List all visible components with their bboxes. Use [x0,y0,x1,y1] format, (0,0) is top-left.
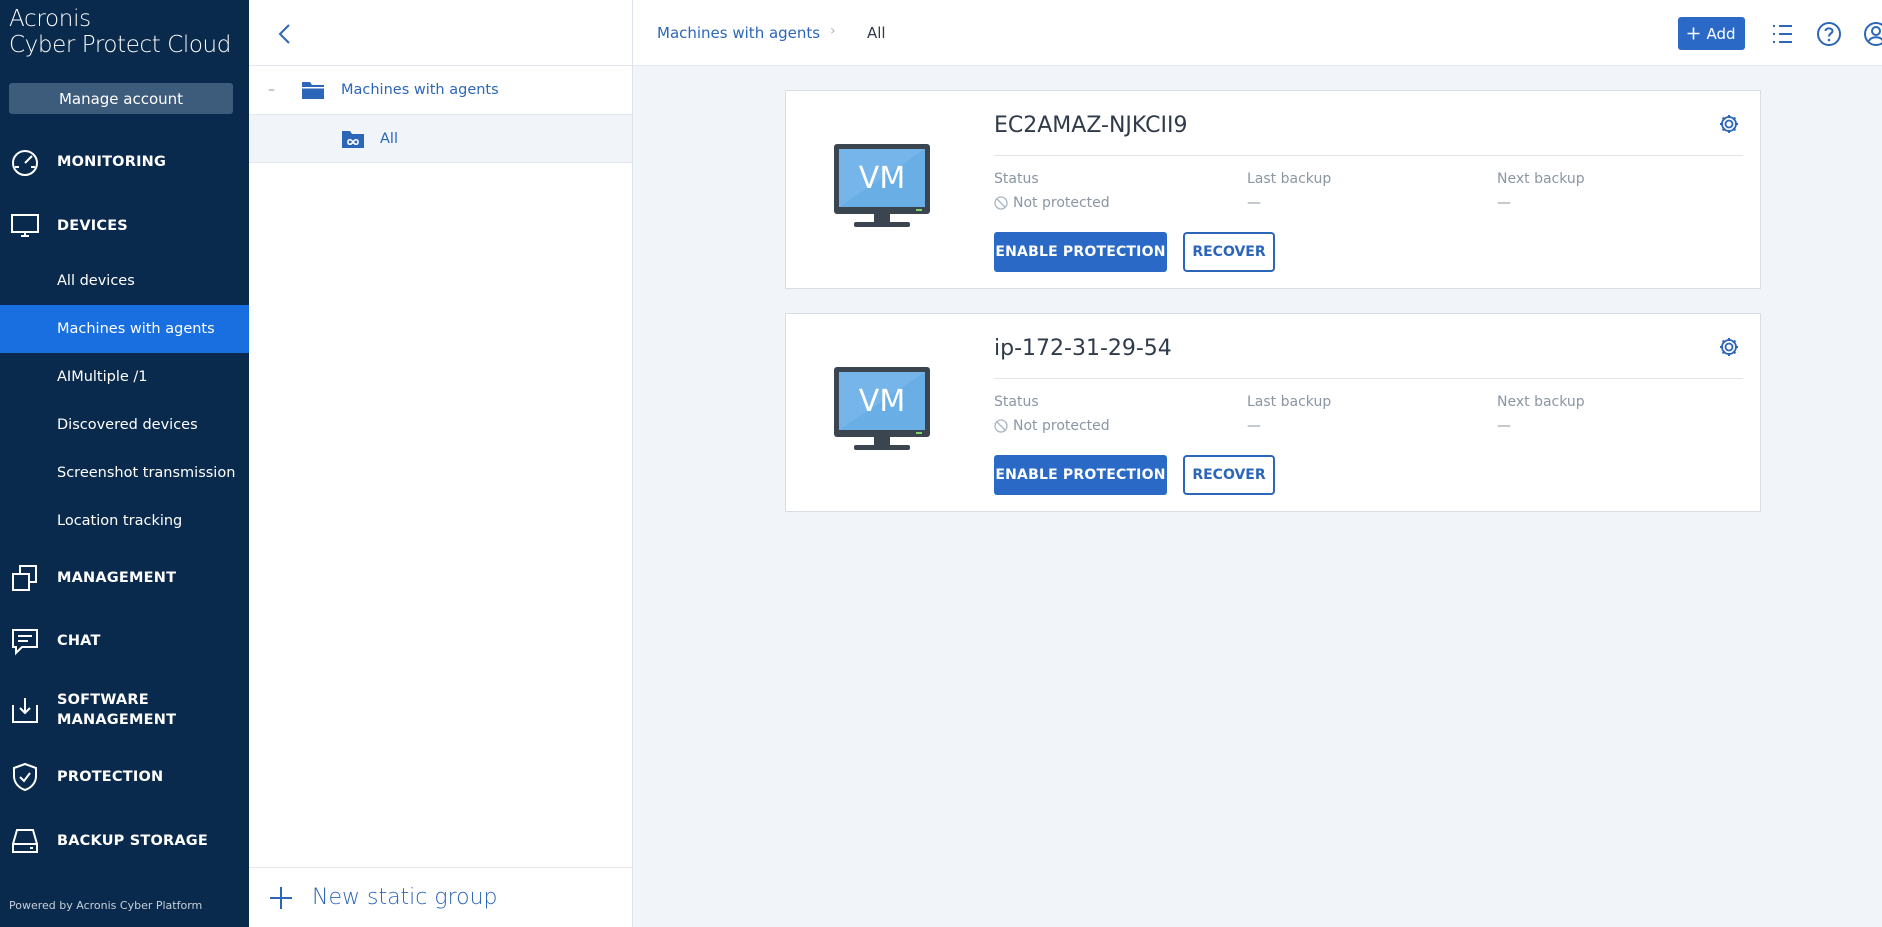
nav-management[interactable]: MANAGEMENT [0,550,249,606]
new-static-group-label: New static group [312,885,498,910]
group-tree-panel: – Machines with agents All New static gr… [249,0,633,927]
content-header: Machines with agents › All Add [633,0,1882,66]
stacked-squares-icon [12,565,37,591]
device-name[interactable]: ip-172-31-29-54 [994,336,1172,361]
vm-icon-text: VM [859,384,905,419]
nav-backup-storage-label: BACKUP STORAGE [57,833,209,849]
nav-chat-label: CHAT [57,633,101,649]
speedometer-icon [12,150,38,176]
acronis-logo[interactable]: Acronis Cyber Protect Cloud [9,8,231,57]
next-backup-label: Next backup [1497,394,1585,410]
chevron-left-icon[interactable] [273,20,297,48]
nav-item-aimultiple[interactable]: AIMultiple /1 [0,353,249,401]
add-button-label: Add [1706,24,1736,43]
nav-monitoring-label: MONITORING [57,154,167,170]
nav-chat[interactable]: CHAT [0,613,249,669]
nav-item-location-tracking[interactable]: Location tracking [0,497,249,545]
enable-protection-button[interactable]: ENABLE PROTECTION [994,455,1167,495]
chat-icon [12,629,38,656]
sidebar: Acronis Cyber Protect Cloud Manage accou… [0,0,249,927]
plus-icon [1687,27,1700,40]
nav-management-label: MANAGEMENT [57,570,177,586]
next-backup-value: — [1497,195,1511,211]
last-backup-label: Last backup [1247,171,1332,187]
folder-icon [302,82,324,99]
gear-icon[interactable] [1718,336,1740,358]
help-icon[interactable] [1815,20,1843,48]
monitor-icon [11,214,39,237]
hard-drive-icon [12,829,38,853]
nav-protection-label: PROTECTION [57,769,164,785]
virtual-machine-icon: VM [834,144,930,227]
tree-node-label: All [380,130,398,147]
nav-item-screenshot-transmission[interactable]: Screenshot transmission [0,449,249,497]
gear-icon[interactable] [1718,113,1740,135]
status-label: Status [994,171,1039,187]
nav-software-label-2: MANAGEMENT [57,712,177,728]
virtual-machine-icon: VM [834,367,930,450]
breadcrumb-separator: › [830,23,836,39]
list-view-icon[interactable] [1768,20,1796,48]
recover-button[interactable]: RECOVER [1183,455,1275,495]
brand-name: Acronis [9,6,91,32]
vm-icon-text: VM [859,161,905,196]
device-name[interactable]: EC2AMAZ-NJKCII9 [994,113,1187,138]
software-install-icon [12,698,38,723]
next-backup-value: — [1497,418,1511,434]
not-protected-icon [994,419,1008,433]
status-value: Not protected [994,195,1110,211]
status-value-text: Not protected [1013,418,1110,434]
collapse-toggle[interactable]: – [268,82,275,98]
status-label: Status [994,394,1039,410]
nav-monitoring[interactable]: MONITORING [0,134,249,190]
device-card[interactable]: VM ip-172-31-29-54 Status Not protected … [785,313,1761,512]
device-card[interactable]: VM EC2AMAZ-NJKCII9 Status Not protected … [785,90,1761,289]
shield-icon [13,762,37,792]
last-backup-value: — [1247,195,1261,211]
nav-backup-storage[interactable]: BACKUP STORAGE [0,813,249,869]
breadcrumb-current: All [867,24,886,42]
card-divider [994,155,1743,156]
nav-devices[interactable]: DEVICES [0,198,249,254]
manage-account-button[interactable]: Manage account [9,83,233,114]
last-backup-label: Last backup [1247,394,1332,410]
card-divider [994,378,1743,379]
nav-devices-label: DEVICES [57,218,128,234]
powered-by-text: Powered by Acronis Cyber Platform [9,899,203,912]
user-account-icon[interactable] [1862,20,1882,48]
nav-item-machines-with-agents[interactable]: Machines with agents [0,305,249,353]
nav-protection[interactable]: PROTECTION [0,749,249,805]
tree-toolbar [249,0,632,66]
status-value-text: Not protected [1013,195,1110,211]
nav-software-label-1: SOFTWARE [57,692,149,708]
next-backup-label: Next backup [1497,171,1585,187]
nav-item-all-devices[interactable]: All devices [0,257,249,305]
tree-node-machines-with-agents[interactable]: – Machines with agents [249,66,632,115]
status-value: Not protected [994,418,1110,434]
tree-node-label: Machines with agents [341,82,499,98]
nav-software-management-label: SOFTWARE MANAGEMENT [57,690,176,730]
recover-button[interactable]: RECOVER [1183,232,1275,272]
plus-icon [270,887,292,909]
not-protected-icon [994,196,1008,210]
brand-product: Cyber Protect Cloud [9,32,231,58]
breadcrumb-machines-with-agents[interactable]: Machines with agents [657,24,820,42]
new-static-group-button[interactable]: New static group [249,867,632,927]
enable-protection-button[interactable]: ENABLE PROTECTION [994,232,1167,272]
add-button[interactable]: Add [1678,17,1745,50]
nav-item-discovered-devices[interactable]: Discovered devices [0,401,249,449]
nav-software-management[interactable]: SOFTWARE MANAGEMENT [0,682,249,738]
dynamic-folder-icon [342,130,364,148]
tree-node-all[interactable]: All [249,115,632,163]
last-backup-value: — [1247,418,1261,434]
